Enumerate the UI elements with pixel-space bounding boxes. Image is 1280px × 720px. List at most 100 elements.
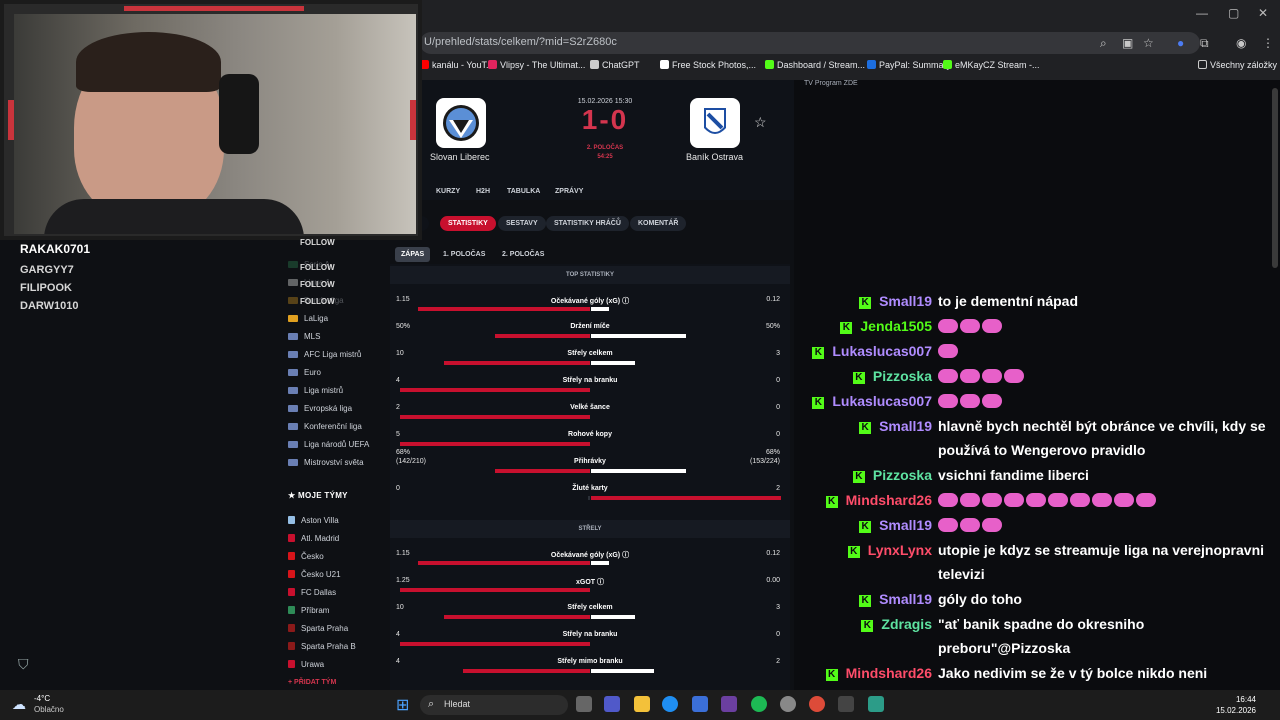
sidebar-team-item[interactable]: Urawa [288,660,324,669]
weather-cloud-icon[interactable]: ☁ [12,696,26,713]
scrollbar[interactable] [1272,88,1278,268]
sidebar-team-item[interactable]: Sparta Praha B [288,642,356,651]
app-icon[interactable] [721,696,737,712]
chat-username-block[interactable]: K Jenda1505 [840,314,932,338]
spotify-icon[interactable] [751,696,767,712]
chat-username[interactable]: Pizzoska [873,368,932,384]
sidebar-league-item[interactable]: Konferenční liga [288,422,362,431]
store-icon[interactable] [692,696,708,712]
subtab-match[interactable]: ZÁPAS [395,247,431,262]
sidebar-league-item[interactable]: Liga národů UEFA [288,440,369,449]
nav-h2h[interactable]: H2H [476,188,490,195]
chat-username-block[interactable]: K Pizzoska [852,364,932,388]
chat-username-block[interactable]: K Small19 [859,414,932,438]
sidebar-team-item[interactable]: Aston Villa [288,516,339,525]
chat-username-block[interactable]: K Lukaslucas007 [812,339,932,363]
favorite-star-icon[interactable]: ☆ [754,114,767,131]
sidebar-team-item[interactable]: Česko [288,552,324,561]
sidebar-league-item[interactable]: Euro [288,368,321,377]
chat-username[interactable]: Mindshard26 [846,665,932,681]
chat-username[interactable]: Small19 [879,293,932,309]
file-explorer-icon[interactable] [634,696,650,712]
chat-username-block[interactable]: K Lukaslucas007 [812,389,932,413]
chat-username-block[interactable]: K Small19 [859,513,932,537]
bookmark-item[interactable]: kanálu - YouT... [420,60,494,70]
subtab-first-half[interactable]: 1. POLOČAS [437,247,491,262]
chat-username[interactable]: Small19 [879,517,932,533]
taskbar-search[interactable]: ⌕ Hledat [420,695,568,715]
nav-news[interactable]: ZPRÁVY [555,188,583,195]
chat-username[interactable]: Mindshard26 [846,492,932,508]
system-clock[interactable]: 16:44 15.02.2026 [1216,694,1256,716]
zoom-icon[interactable]: ⌕ [1100,36,1107,51]
bookmark-item[interactable]: ChatGPT [590,60,640,70]
away-team-logo[interactable] [690,98,740,148]
chat-username[interactable]: Zdragis [881,616,932,632]
edge-icon[interactable] [662,696,678,712]
sidebar-league-item[interactable]: Evropská liga [288,404,352,413]
teams-icon[interactable] [604,696,620,712]
weather-temperature[interactable]: -4°C [34,694,50,703]
sidebar-team-item[interactable]: Sparta Praha [288,624,348,633]
shield-icon[interactable]: ⛉ [18,656,29,673]
tab-player-stats[interactable]: STATISTIKY HRÁČŮ [546,216,629,231]
sidebar-league-item[interactable]: AFC Liga mistrů [288,350,361,359]
nav-table[interactable]: TABULKA [507,188,540,195]
chat-username-block[interactable]: K Pizzoska [852,463,932,487]
address-bar[interactable]: U/prehled/stats/celkem/?mid=S2rZ680c [420,32,1200,54]
chat-username[interactable]: Small19 [879,591,932,607]
chat-username-block[interactable]: K LynxLynx [847,538,932,562]
chrome-icon[interactable] [809,696,825,712]
minimize-icon[interactable]: — [1196,6,1208,20]
sidebar-team-item[interactable]: Příbram [288,606,329,615]
tab-commentary[interactable]: KOMENTÁŘ [630,216,687,231]
chat-username[interactable]: LynxLynx [868,542,932,558]
bookmark-item[interactable]: PayPal: Summary [867,60,951,70]
url-text[interactable]: U/prehled/stats/celkem/?mid=S2rZ680c [424,36,617,48]
nav-odds[interactable]: KURZY [436,188,460,195]
weather-description[interactable]: Oblačno [34,705,64,714]
tab-lineups[interactable]: SESTAVY [498,216,546,231]
chat-username-block[interactable]: K Small19 [859,587,932,611]
chat-username-block[interactable]: K Mindshard26 [825,661,932,685]
app-icon[interactable] [838,696,854,712]
extension-blue-icon[interactable]: ● [1177,36,1184,50]
home-team-name[interactable]: Slovan Liberec [430,152,490,162]
chat-username-block[interactable]: K Mindshard26 [825,488,932,512]
chat-username-block[interactable]: K Zdragis [861,612,932,636]
chat-username[interactable]: Jenda1505 [860,318,932,334]
sidebar-team-item[interactable]: Česko U21 [288,570,341,579]
bookmark-item[interactable]: Dashboard / Stream... [765,60,865,70]
bookmark-item[interactable]: eMKayCZ Stream -... [943,60,1040,70]
profile-avatar-icon[interactable]: ◉ [1236,36,1246,50]
chat-username[interactable]: Pizzoska [873,467,932,483]
maximize-icon[interactable]: ▢ [1228,6,1239,20]
extensions-icon[interactable]: ⧉ [1200,36,1209,51]
all-bookmarks[interactable]: Všechny záložky [1198,60,1277,70]
subtab-second-half[interactable]: 2. POLOČAS [496,247,550,262]
sidebar-league-item[interactable]: MLS [288,332,320,341]
star-icon[interactable]: ☆ [1143,36,1154,50]
tv-program-link[interactable]: TV Program ZDE [804,80,858,87]
app-icon[interactable] [868,696,884,712]
chat-username[interactable]: Lukaslucas007 [832,343,932,359]
tab-statistics[interactable]: STATISTIKY [440,216,496,231]
bookmark-item[interactable]: Free Stock Photos,... [660,60,756,70]
sidebar-team-item[interactable]: Atl. Madrid [288,534,339,543]
cast-icon[interactable]: ▣ [1122,36,1133,50]
bookmark-item[interactable]: Vlipsy - The Ultimat... [488,60,585,70]
sidebar-team-item[interactable]: FC Dallas [288,588,336,597]
sidebar-league-item[interactable]: Liga mistrů [288,386,343,395]
close-icon[interactable]: ✕ [1258,6,1268,20]
away-team-name[interactable]: Baník Ostrava [686,152,743,162]
sidebar-league-item[interactable]: Mistrovství světa [288,458,364,467]
settings-icon[interactable] [780,696,796,712]
task-view-icon[interactable] [576,696,592,712]
chat-username[interactable]: Lukaslucas007 [832,393,932,409]
chat-username-block[interactable]: K Small19 [859,289,932,313]
add-team-link[interactable]: + PŘIDAT TÝM [288,679,336,686]
home-team-logo[interactable] [436,98,486,148]
menu-icon[interactable]: ⋮ [1262,36,1274,50]
chat-username[interactable]: Small19 [879,418,932,434]
windows-start-icon[interactable]: ⊞ [396,695,409,715]
